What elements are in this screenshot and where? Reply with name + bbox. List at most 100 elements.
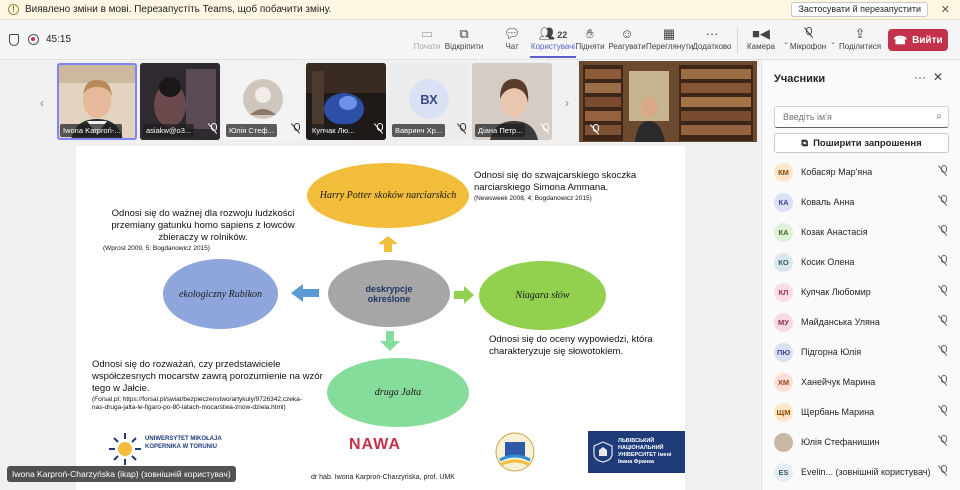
video-tile[interactable]: ВХ Вавринч Хр... bbox=[389, 63, 469, 140]
video-tile[interactable]: Діана Петр... bbox=[472, 63, 552, 140]
participant-name: Купчак Лю... bbox=[309, 124, 358, 137]
mic-off-icon bbox=[939, 465, 947, 479]
close-icon[interactable]: ✕ bbox=[933, 70, 943, 84]
mic-off-icon bbox=[939, 435, 947, 449]
leave-button[interactable]: ☎︎ Вийти bbox=[888, 29, 948, 51]
nawa-logo: NAWA bbox=[349, 436, 401, 453]
video-tile[interactable]: Купчак Лю... bbox=[306, 63, 386, 140]
video-tile[interactable]: asiakw@o3... bbox=[140, 63, 220, 140]
participant-name: Косик Олена bbox=[801, 257, 855, 267]
more-button[interactable]: ··· Додатково bbox=[690, 25, 734, 51]
info-icon: ! bbox=[8, 4, 19, 15]
shield-icon[interactable] bbox=[9, 34, 19, 46]
avatar bbox=[774, 432, 793, 452]
arrow-down-icon bbox=[380, 331, 400, 351]
mic-button[interactable]: Мікрофон ⌄ bbox=[786, 25, 836, 51]
close-banner-icon[interactable]: ✕ bbox=[941, 3, 950, 16]
ellipse-left: ekologiczny Rubikon bbox=[163, 259, 278, 329]
react-button[interactable]: ☺ Реагувати bbox=[605, 25, 649, 51]
initials-avatar: ВХ bbox=[409, 79, 449, 119]
apply-and-restart-button[interactable]: Застосувати й перезапустити bbox=[791, 2, 928, 17]
view-button[interactable]: ▦ Переглянути bbox=[646, 25, 693, 51]
chevron-left-icon[interactable]: ‹ bbox=[40, 96, 44, 110]
active-speaker-video[interactable] bbox=[579, 61, 757, 142]
ellipse-right: Niagara słów bbox=[479, 261, 606, 330]
hang-up-icon: ☎︎ bbox=[893, 34, 908, 47]
smiley-icon: ☺ bbox=[620, 26, 634, 41]
chat-button[interactable]: 💬︎ Чат bbox=[490, 25, 534, 51]
search-field[interactable]: ⌕ bbox=[774, 106, 949, 128]
recording-icon bbox=[28, 34, 39, 45]
pop-out-button[interactable]: ⧉ Відкріпити bbox=[442, 25, 486, 51]
pop-out-icon: ⧉ bbox=[459, 26, 469, 41]
avatar: ПЮ bbox=[774, 342, 793, 362]
camera-button[interactable]: ■◀ Камера ⌄ bbox=[739, 25, 789, 51]
grid-view-icon: ▦ bbox=[662, 26, 676, 41]
participant-name: Підгорна Юлія bbox=[801, 347, 862, 357]
participant-row[interactable]: МУ Майданська Уляна bbox=[774, 310, 954, 334]
camera-icon: ■◀ bbox=[752, 26, 770, 41]
participant-name: Діана Петр... bbox=[475, 124, 526, 137]
meeting-timer: 45:15 bbox=[46, 34, 72, 45]
share-invite-icon: ⧉ bbox=[801, 137, 809, 149]
search-input[interactable] bbox=[775, 107, 915, 127]
arrow-up-icon bbox=[378, 236, 398, 252]
participant-name: Майданська Уляна bbox=[801, 317, 880, 327]
mic-off-icon bbox=[209, 123, 217, 136]
participant-row[interactable]: ПЮ Підгорна Юлія bbox=[774, 340, 954, 364]
video-tile[interactable]: Юлія Стеф... bbox=[223, 63, 303, 140]
lviv-university-logo: ЛЬВІВСЬКИЙ НАЦІОНАЛЬНИЙ УНІВЕРСИТЕТ імен… bbox=[588, 431, 685, 473]
participants-panel: Учасники ··· ✕ ⌕ ⧉ Поширити запрошення К… bbox=[761, 61, 960, 490]
participant-name: asiakw@o3... bbox=[143, 124, 195, 137]
participant-row[interactable]: ЩМ Щербань Марина bbox=[774, 400, 954, 424]
participant-row[interactable]: КЛ Купчак Любомир bbox=[774, 280, 954, 304]
participant-row[interactable]: ХМ Ханейчук Марина bbox=[774, 370, 954, 394]
participant-name: Юлія Стеф... bbox=[226, 124, 277, 137]
text-left: Odnosi się do ważnej dla rozwoju ludzkoś… bbox=[103, 208, 295, 252]
mic-off-icon bbox=[939, 375, 947, 389]
avatar: МУ bbox=[774, 312, 793, 332]
library-background bbox=[579, 61, 757, 142]
avatar: КА bbox=[774, 192, 793, 212]
participant-row[interactable]: КО Косик Олена bbox=[774, 250, 954, 274]
share-screen-icon: ⇪ bbox=[854, 26, 866, 41]
avatar: КЛ bbox=[774, 282, 793, 302]
banner-message: Виявлено зміни в мові. Перезапустіть Tea… bbox=[25, 4, 332, 15]
participant-name: Iwona Karproń-... bbox=[60, 124, 122, 137]
umk-logo: UNIWERSYTET MIKOŁAJA KOPERNIKA W TORUNIU bbox=[108, 431, 228, 467]
mic-off-icon bbox=[939, 345, 947, 359]
mic-off-icon bbox=[939, 225, 947, 239]
text-right: Odnosi się do oceny wypowiedzi, która ch… bbox=[489, 334, 653, 357]
chevron-down-icon[interactable]: ⌄ bbox=[830, 38, 836, 46]
mic-off-icon bbox=[786, 25, 830, 42]
participant-row[interactable]: Юлія Стефанишин bbox=[774, 430, 954, 454]
share-button[interactable]: ⇪ Поділитися bbox=[838, 25, 882, 51]
mic-off-icon bbox=[939, 195, 947, 209]
participant-row[interactable]: КА Козак Анастасія bbox=[774, 220, 954, 244]
mic-off-icon bbox=[939, 315, 947, 329]
ellipse-center: deskrypcje określone bbox=[328, 260, 450, 327]
avatar: КМ bbox=[774, 162, 793, 182]
avatar: КО bbox=[774, 252, 793, 272]
share-invite-button[interactable]: ⧉ Поширити запрошення bbox=[774, 133, 949, 153]
participant-row[interactable]: КМ Кобасяр Мар'яна bbox=[774, 160, 954, 184]
text-top-right: Odnosi się do szwajcarskiego skoczka nar… bbox=[474, 170, 637, 202]
ellipse-top: Harry Potter skoków narciarskich bbox=[307, 163, 469, 228]
participant-name: Козак Анастасія bbox=[801, 227, 868, 237]
more-options-icon[interactable]: ··· bbox=[914, 70, 926, 84]
mic-off-icon bbox=[939, 405, 947, 419]
more-icon: ··· bbox=[705, 26, 719, 41]
city-emblem-icon bbox=[495, 432, 535, 472]
lviv-crest-icon bbox=[593, 441, 613, 463]
participant-name: Вавринч Хр... bbox=[392, 124, 446, 137]
participant-name: Evelin... (зовнішній користувач) bbox=[801, 467, 931, 477]
avatar: ES bbox=[774, 462, 793, 482]
arrow-right-icon bbox=[454, 286, 474, 304]
shared-slide: Harry Potter skoków narciarskich ekologi… bbox=[76, 146, 685, 490]
lviv-logo-text: ЛЬВІВСЬКИЙ НАЦІОНАЛЬНИЙ УНІВЕРСИТЕТ імен… bbox=[618, 438, 672, 465]
participant-row[interactable]: ES Evelin... (зовнішній користувач) bbox=[774, 460, 954, 484]
participant-row[interactable]: КА Коваль Анна bbox=[774, 190, 954, 214]
meeting-toolbar: 45:15 ▭ Почати ⧉ Відкріпити 💬︎ Чат 👥︎ 22 Кори… bbox=[0, 20, 960, 60]
chevron-right-icon[interactable]: › bbox=[565, 96, 569, 110]
video-tile[interactable]: Iwona Karproń-... bbox=[57, 63, 137, 140]
